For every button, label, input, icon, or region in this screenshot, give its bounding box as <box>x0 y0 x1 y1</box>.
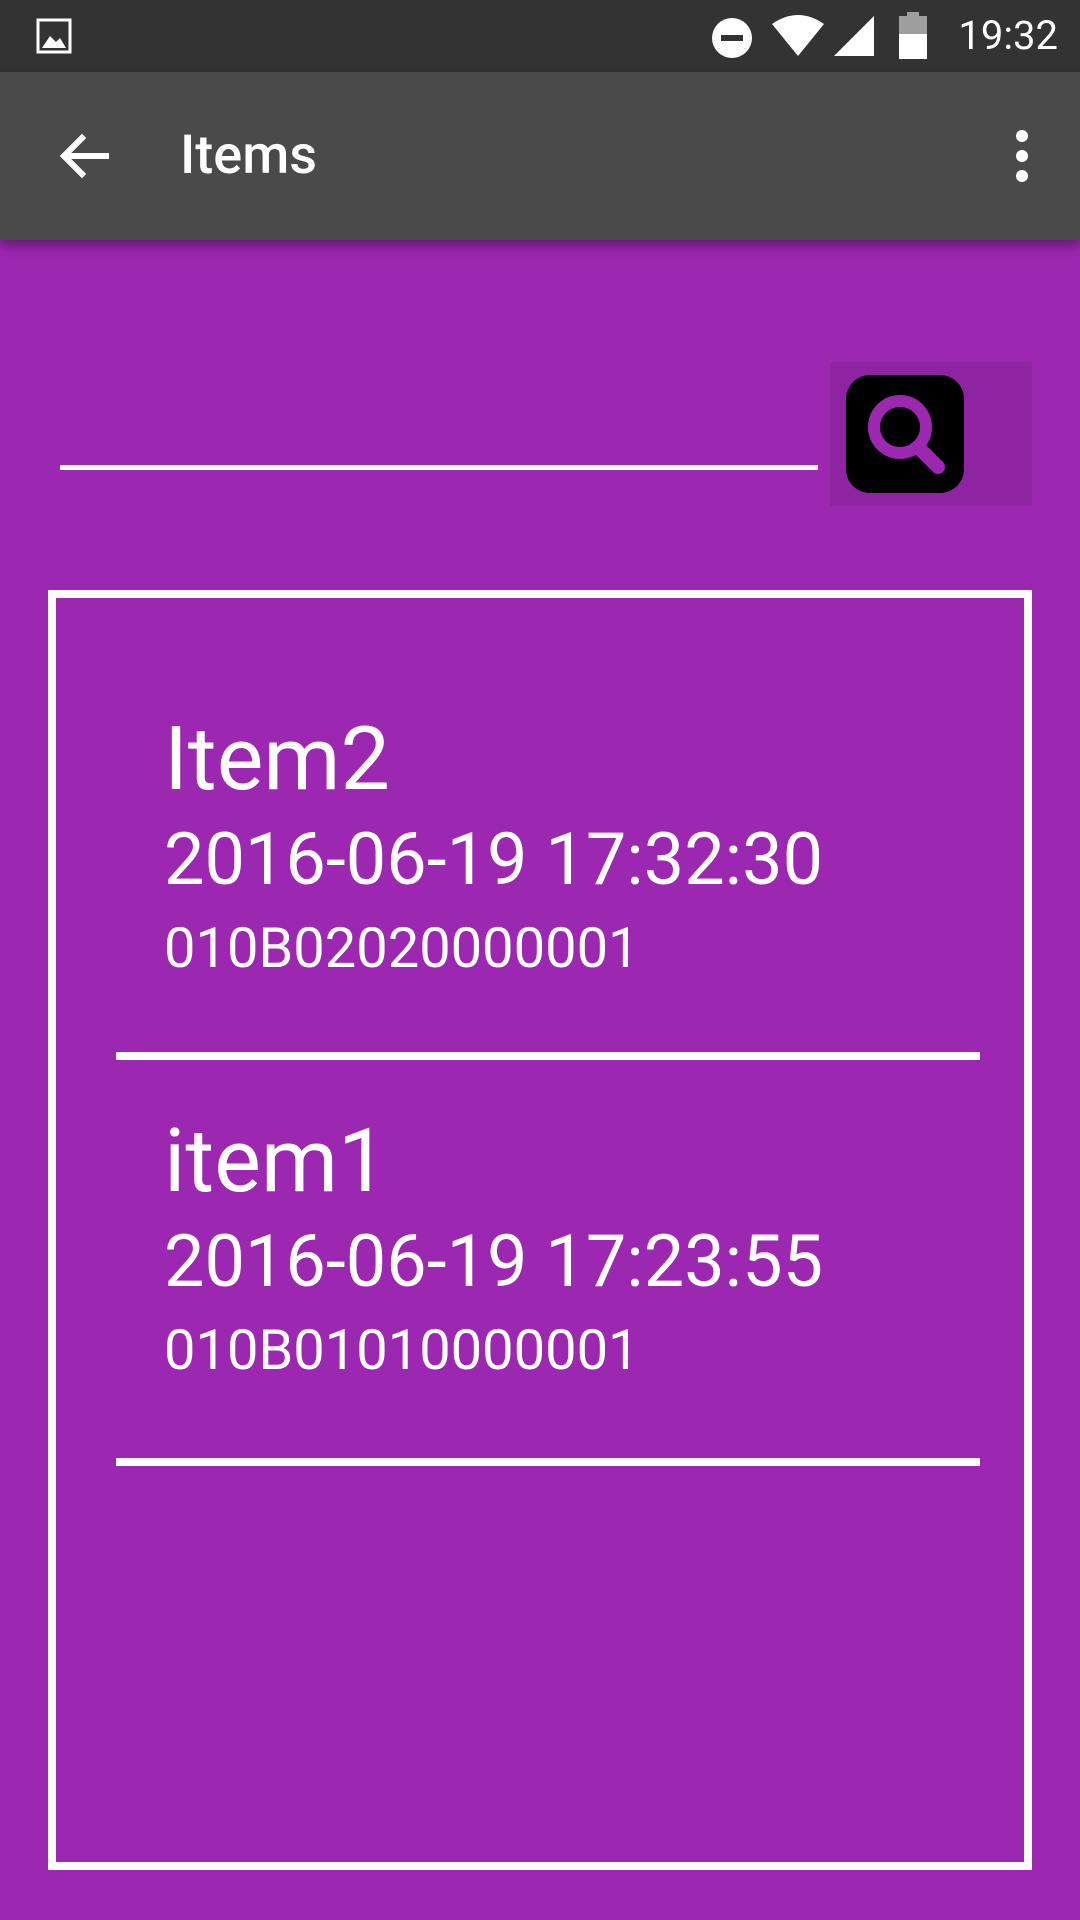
battery-icon <box>899 12 927 59</box>
item-date: 2016-06-19 17:23:55 <box>164 1219 824 1304</box>
item-name: Item2 <box>164 708 391 811</box>
page-title: Items <box>180 124 318 187</box>
item-code: 010B01010000001 <box>164 1317 640 1383</box>
wifi-icon <box>772 15 824 56</box>
app-bar: Items <box>0 72 1080 240</box>
gallery-icon <box>36 18 72 54</box>
list-item[interactable]: item1 2016-06-19 17:23:55 010B0101000000… <box>116 1060 980 1466</box>
list-item[interactable]: Item2 2016-06-19 17:32:30 010B0202000000… <box>116 598 980 1060</box>
item-date: 2016-06-19 17:32:30 <box>164 817 824 902</box>
search-button[interactable] <box>830 362 1032 506</box>
item-code: 010B02020000001 <box>164 915 640 981</box>
do-not-disturb-icon <box>712 18 752 58</box>
more-vert-icon[interactable] <box>990 124 1054 188</box>
search-icon <box>846 375 964 493</box>
item-name: item1 <box>164 1110 388 1213</box>
arrow-back-icon[interactable] <box>52 124 116 188</box>
search-input[interactable] <box>60 400 818 470</box>
items-list: Item2 2016-06-19 17:32:30 010B0202000000… <box>48 590 1032 1870</box>
status-time: 19:32 <box>958 12 1058 59</box>
cellular-signal-icon <box>834 16 874 56</box>
status-bar: 19:32 <box>0 0 1080 72</box>
